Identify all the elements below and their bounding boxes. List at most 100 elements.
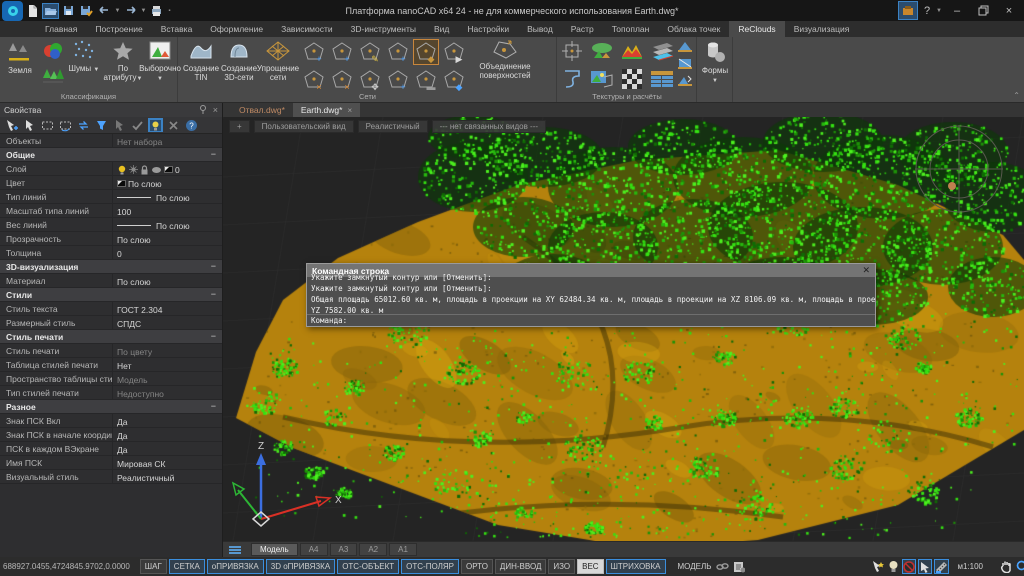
link-icon[interactable] [715, 559, 730, 574]
property-value[interactable]: По цвету [112, 344, 222, 357]
toolbar-overflow-icon[interactable]: ▪ [166, 3, 173, 19]
mesh-tool-icon-12[interactable]: ◆ [441, 67, 467, 93]
ribbon-collapse-icon[interactable]: ⌃ [1013, 91, 1020, 100]
ribbon-tab-вид[interactable]: Вид [425, 21, 458, 37]
property-section-11[interactable]: Стили− [0, 288, 222, 302]
collapse-icon[interactable]: − [211, 288, 222, 301]
ribbon-tab-3d-инструменты[interactable]: 3D-инструменты [342, 21, 425, 37]
toggle-3D оПРИВЯЗКА[interactable]: 3D оПРИВЯЗКА [266, 559, 335, 574]
command-line-window[interactable]: Командная строка ✕ Укажите замкнутый кон… [306, 263, 876, 327]
property-value[interactable]: Мировая СК [112, 456, 222, 469]
viewport-visual-style[interactable]: Реалистичный [358, 120, 428, 133]
open-file-icon[interactable] [42, 3, 59, 19]
doc-tab-Earthdwg[interactable]: Earth.dwg*× [293, 103, 360, 117]
mesh-tool-icon-10[interactable]: + [385, 67, 411, 93]
mesh-tool-icon-5[interactable]: ◆ [413, 39, 439, 65]
shapes-button[interactable]: Формы▼ [698, 39, 732, 89]
property-section-19[interactable]: Разное− [0, 400, 222, 414]
merge-surfaces-button[interactable]: Объединениеповерхностей [474, 39, 536, 89]
command-history[interactable]: Укажите замкнутый контур или [Отменить]:… [307, 272, 875, 314]
bulb-icon[interactable] [887, 559, 900, 574]
restore-icon[interactable] [970, 1, 996, 20]
compass-sun-marker[interactable] [948, 182, 956, 190]
property-value[interactable]: Модель [112, 372, 222, 385]
texture-image-icon[interactable] [589, 66, 615, 92]
cursor-box-icon[interactable] [918, 559, 932, 574]
collapse-icon[interactable]: − [211, 400, 222, 413]
sheet-tab-A3[interactable]: A3 [330, 543, 358, 556]
save-icon[interactable] [60, 3, 77, 19]
property-value[interactable]: Реалистичный [112, 470, 222, 483]
property-value[interactable]: 100 [112, 204, 222, 217]
toggle-оПРИВЯЗКА[interactable]: оПРИВЯЗКА [207, 559, 264, 574]
mesh-tool-icon-11[interactable]: ▬ [413, 67, 439, 93]
property-value[interactable]: 0 [112, 246, 222, 259]
toggle-ШАГ[interactable]: ШАГ [140, 559, 167, 574]
toggle-СЕТКА[interactable]: СЕТКА [169, 559, 205, 574]
profile-curve-icon[interactable] [559, 66, 585, 92]
property-section-14[interactable]: Стиль печати− [0, 330, 222, 344]
collapse-icon[interactable]: − [211, 260, 222, 273]
view-compass[interactable] [911, 119, 1007, 215]
property-value[interactable]: По слою [112, 176, 222, 189]
checkerboard-icon[interactable] [619, 66, 645, 92]
mesh-tool-icon-9[interactable]: ✥ [357, 67, 383, 93]
property-value[interactable]: СПДС [112, 316, 222, 329]
quick-select-icon[interactable] [112, 118, 127, 132]
doc-tab-dwg[interactable]: Отвал.dwg* [231, 103, 293, 117]
properties-header[interactable]: Свойства × [0, 103, 222, 117]
mesh-tool-icon-1[interactable]: + [301, 39, 327, 65]
record-icon[interactable] [902, 559, 916, 574]
property-value[interactable]: По слою [112, 190, 222, 203]
section-cube-icon[interactable] [559, 38, 585, 64]
property-value[interactable]: Нет [112, 358, 222, 371]
toggle-ВЕС[interactable]: ВЕС [577, 559, 603, 574]
scale-indicator[interactable]: м1:100 [957, 562, 983, 571]
ribbon-tab-построение[interactable]: Построение [86, 21, 151, 37]
help-button[interactable]: ? [920, 1, 934, 20]
highlight-icon[interactable] [148, 118, 163, 132]
property-value[interactable]: Да [112, 414, 222, 427]
save-as-icon[interactable] [78, 3, 95, 19]
property-value[interactable]: Да [112, 428, 222, 441]
reset-icon[interactable] [166, 118, 181, 132]
property-value[interactable]: По слою [112, 218, 222, 231]
compare-calc-icon[interactable] [675, 71, 695, 88]
surface-layers-icon[interactable] [649, 38, 675, 64]
select-add-icon[interactable] [4, 118, 19, 132]
viewport-view-name[interactable]: Пользовательский вид [254, 120, 354, 133]
selective-classify-button[interactable]: Выборочно ▼ [144, 39, 176, 89]
toggle-ДИН-ВВОД[interactable]: ДИН-ВВОД [495, 559, 546, 574]
ribbon-tab-визуализация[interactable]: Визуализация [785, 21, 859, 37]
noise-classify-button[interactable]: Шумы ▼ [66, 39, 102, 89]
mesh-tool-icon-2[interactable]: + [329, 39, 355, 65]
green-trees-icon[interactable] [40, 64, 66, 90]
toggle-ОТС-ОБЪЕКТ[interactable]: ОТС-ОБЪЕКТ [337, 559, 399, 574]
sheet-tab-Модель[interactable]: Модель [251, 543, 298, 556]
space-indicator[interactable]: МОДЕЛЬ [678, 562, 712, 571]
zoom-icon[interactable] [1015, 559, 1024, 574]
earth-classify-button[interactable]: Земля [2, 39, 38, 89]
property-value[interactable]: По слою [112, 232, 222, 245]
collapse-icon[interactable]: − [211, 330, 222, 343]
volume-calc-icon[interactable] [675, 37, 695, 54]
close-panel-icon[interactable]: × [213, 105, 218, 115]
simplify-mesh-button[interactable]: Упрощениесети [258, 39, 298, 89]
doc-tab-close-icon[interactable]: × [347, 106, 352, 115]
ribbon-tab-настройки[interactable]: Настройки [458, 21, 518, 37]
property-value[interactable]: ГОСТ 2.304 [112, 302, 222, 315]
select-icon[interactable] [22, 118, 37, 132]
filter-icon[interactable] [94, 118, 109, 132]
section-calc-icon[interactable] [675, 54, 695, 71]
minimize-icon[interactable]: – [944, 1, 970, 20]
help-dropdown-icon[interactable]: ▼ [934, 1, 944, 20]
ribbon-tab-главная[interactable]: Главная [36, 21, 86, 37]
viewport-add-view-button[interactable]: + [229, 120, 250, 133]
cycle-select-icon[interactable] [76, 118, 91, 132]
ruler-icon[interactable] [934, 559, 949, 574]
plugins-icon[interactable] [898, 1, 918, 20]
create-tin-button[interactable]: СозданиеTIN [182, 39, 220, 89]
ribbon-tab-вывод[interactable]: Вывод [518, 21, 562, 37]
undo-icon[interactable] [96, 3, 113, 19]
ribbon-tab-оформление[interactable]: Оформление [201, 21, 272, 37]
